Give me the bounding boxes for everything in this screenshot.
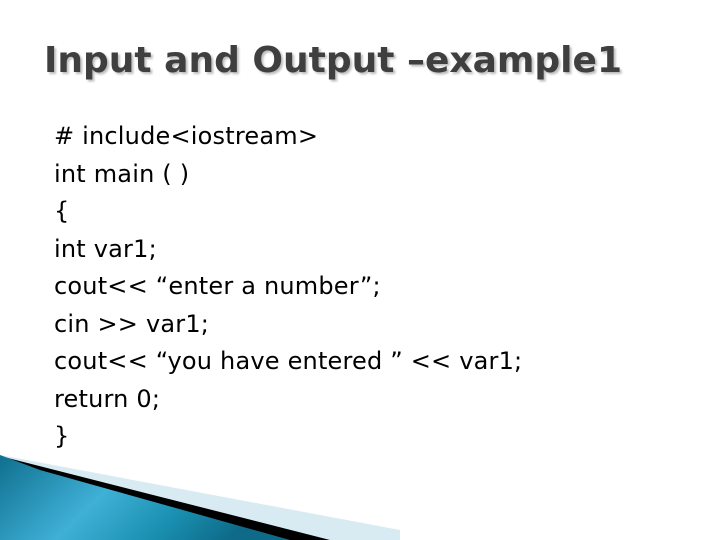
- code-line: # include<iostream>: [54, 122, 319, 150]
- code-block: # include<iostream> int main ( ) { int v…: [54, 118, 522, 456]
- code-line: cout<< “you have entered ” << var1;: [54, 347, 523, 375]
- code-line: }: [54, 422, 70, 450]
- code-line: cout<< “enter a number”;: [54, 272, 381, 300]
- slide-title: Input and Output –example1: [44, 40, 622, 81]
- code-line: cin >> var1;: [54, 309, 210, 338]
- code-line: return 0;: [54, 384, 161, 413]
- code-line: {: [54, 197, 70, 225]
- code-line: int var1;: [54, 234, 157, 263]
- code-line: int main ( ): [54, 159, 190, 188]
